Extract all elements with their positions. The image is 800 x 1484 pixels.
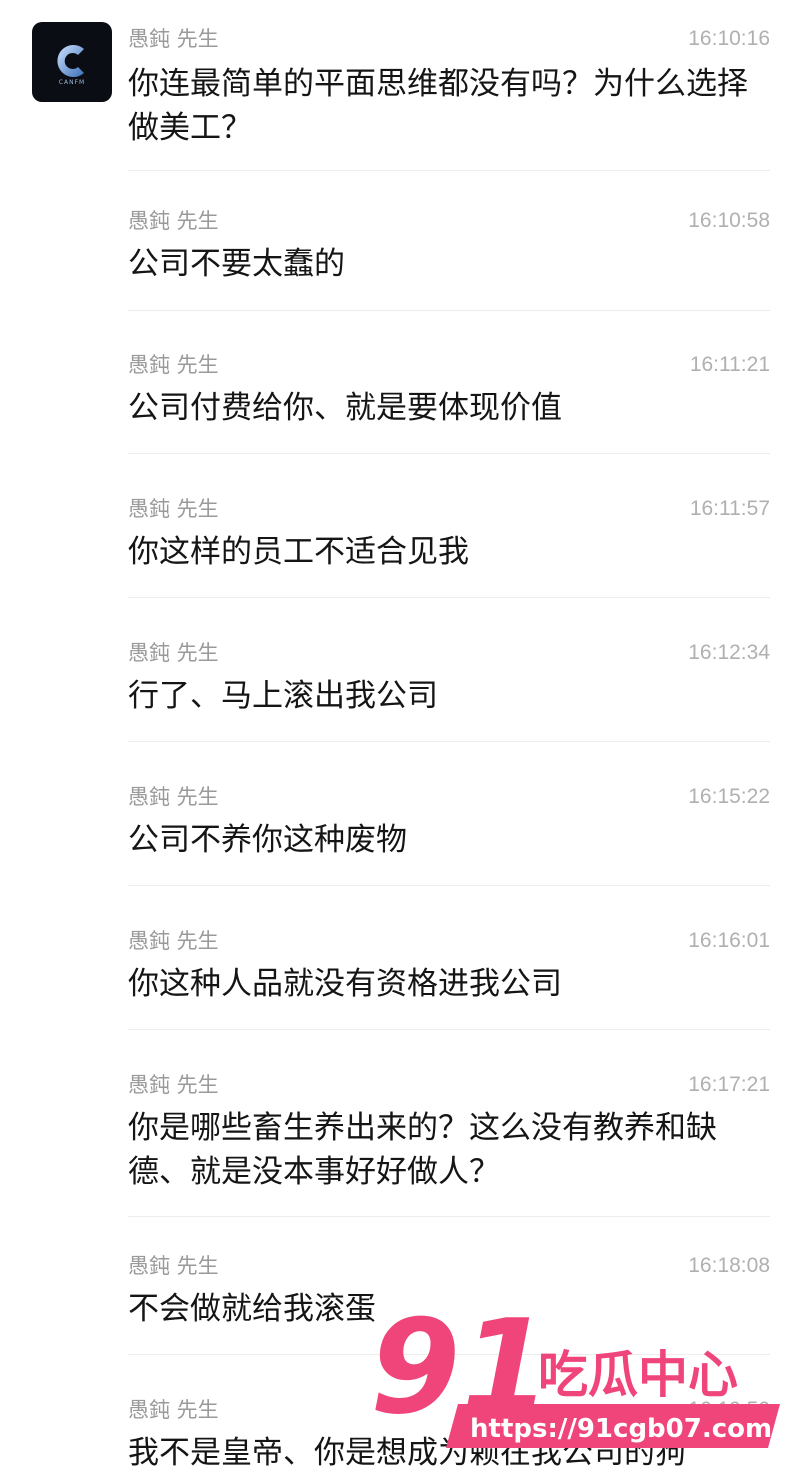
message-text: 我不是皇帝、你是想成为赖在我公司的狗: [128, 1435, 686, 1471]
divider: [128, 597, 770, 598]
divider: [128, 310, 770, 311]
message-item[interactable]: 愚鈍 先生 16:18:08 不会做就给我滚蛋: [128, 1251, 770, 1341]
canfm-logo-icon: [57, 44, 84, 77]
divider: [128, 741, 770, 742]
message-sender: 愚鈍 先生: [128, 929, 219, 953]
message-text: 公司付费给你、就是要体现价值: [128, 390, 562, 426]
message-sender: 愚鈍 先生: [128, 785, 219, 809]
message-item[interactable]: 愚鈍 先生 16:10:16 你连最简单的平面思维都没有吗？为什么选择做美工？: [128, 24, 770, 154]
message-time: 16:11:57: [689, 497, 770, 520]
message-item[interactable]: 愚鈍 先生 16:16:01 你这种人品就没有资格进我公司: [128, 926, 770, 1016]
message-time: 16:10:16: [688, 27, 770, 50]
divider: [128, 1029, 770, 1030]
message-time: 16:17:21: [688, 1073, 770, 1096]
message-item[interactable]: 愚鈍 先生 16:19:50 我不是皇帝、你是想成为赖在我公司的狗: [128, 1395, 770, 1484]
message-time: 16:16:01: [688, 929, 770, 952]
message-text: 你是哪些畜生养出来的？这么没有教养和缺德、就是没本事好好做人？: [128, 1110, 717, 1190]
message-time: 16:10:58: [688, 209, 770, 232]
message-sender: 愚鈍 先生: [128, 497, 219, 521]
message-sender: 愚鈍 先生: [128, 27, 219, 51]
message-time: 16:15:22: [688, 785, 770, 808]
avatar[interactable]: CANFM: [32, 22, 112, 102]
divider: [128, 453, 770, 454]
message-text: 公司不养你这种废物: [128, 822, 407, 858]
divider: [128, 170, 770, 171]
message-time: 16:12:34: [688, 641, 770, 664]
message-text: 公司不要太蠢的: [128, 246, 345, 282]
message-sender: 愚鈍 先生: [128, 353, 219, 377]
message-sender: 愚鈍 先生: [128, 1073, 219, 1097]
divider: [128, 1354, 770, 1355]
message-sender: 愚鈍 先生: [128, 1254, 219, 1278]
message-item[interactable]: 愚鈍 先生 16:11:57 你这样的员工不适合见我: [128, 494, 770, 584]
message-text: 你连最简单的平面思维都没有吗？为什么选择做美工？: [128, 66, 748, 146]
message-text: 你这种人品就没有资格进我公司: [128, 966, 562, 1002]
message-item[interactable]: 愚鈍 先生 16:10:58 公司不要太蠢的: [128, 206, 770, 296]
message-text: 不会做就给我滚蛋: [128, 1291, 376, 1327]
message-item[interactable]: 愚鈍 先生 16:11:21 公司付费给你、就是要体现价值: [128, 350, 770, 440]
message-item[interactable]: 愚鈍 先生 16:12:34 行了、马上滚出我公司: [128, 638, 770, 728]
message-item[interactable]: 愚鈍 先生 16:17:21 你是哪些畜生养出来的？这么没有教养和缺德、就是没本…: [128, 1070, 770, 1200]
divider: [128, 1216, 770, 1217]
message-time: 16:18:08: [688, 1254, 770, 1277]
divider: [128, 885, 770, 886]
avatar-logo-text: CANFM: [58, 78, 86, 86]
message-text: 你这样的员工不适合见我: [128, 534, 469, 570]
message-time: 16:11:21: [689, 353, 770, 376]
message-sender: 愚鈍 先生: [128, 209, 219, 233]
message-time: 16:19:50: [688, 1398, 770, 1421]
message-text: 行了、马上滚出我公司: [128, 678, 438, 714]
message-sender: 愚鈍 先生: [128, 1398, 219, 1422]
message-item[interactable]: 愚鈍 先生 16:15:22 公司不养你这种废物: [128, 782, 770, 872]
message-sender: 愚鈍 先生: [128, 641, 219, 665]
